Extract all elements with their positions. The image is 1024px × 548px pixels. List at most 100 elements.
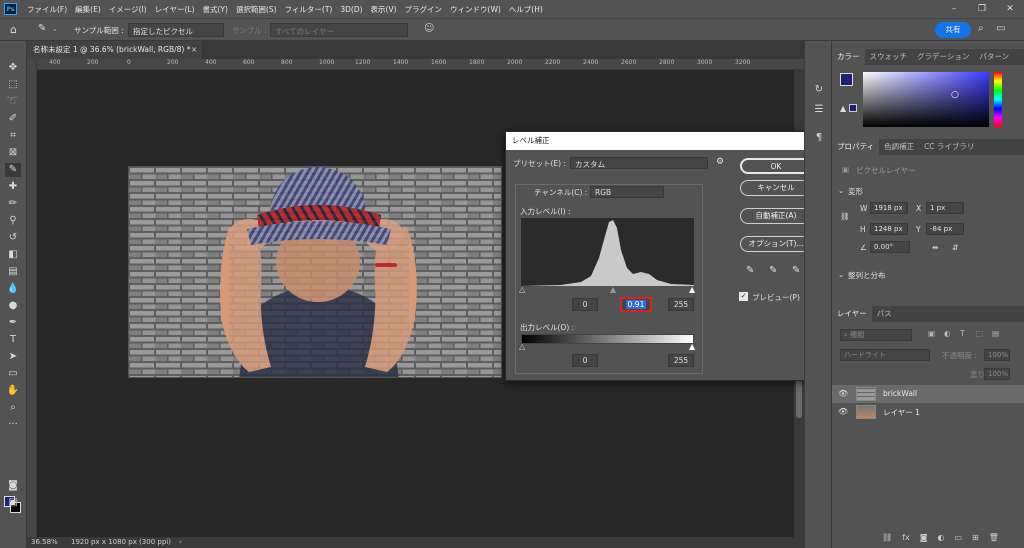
tab-color[interactable]: カラー (832, 49, 865, 65)
filter-pixel-icon[interactable]: ▣ (928, 329, 935, 338)
link-icon[interactable]: ⛓ (840, 212, 850, 221)
ok-button[interactable]: OK (740, 158, 812, 174)
group-icon[interactable]: ▭ (954, 533, 962, 545)
tab-paths[interactable]: パス (872, 306, 897, 322)
blend-mode-select[interactable]: ハードライト (840, 349, 930, 361)
filter-shape-icon[interactable]: ⬚ (976, 329, 983, 338)
hand-tool-icon[interactable]: ✋ (5, 384, 21, 398)
maximize-icon[interactable]: ❐ (968, 0, 996, 18)
trash-icon[interactable]: 🗑 (989, 533, 999, 545)
input-black-slider-icon[interactable]: △ (519, 285, 525, 294)
align-chevron-icon[interactable]: ⌄ (838, 270, 844, 279)
output-white-slider-icon[interactable]: ▲ (689, 342, 695, 351)
output-black-field[interactable]: 0 (572, 354, 598, 367)
status-chevron-icon[interactable]: › (179, 537, 182, 548)
history-icon[interactable]: ↻ (811, 83, 827, 97)
tab-libraries[interactable]: CC ライブラリ (919, 139, 979, 155)
cancel-button[interactable]: キャンセル (740, 180, 812, 196)
filter-type-icon[interactable]: T (960, 329, 965, 338)
menu-image[interactable]: イメージ(I) (105, 4, 151, 15)
fx-icon[interactable]: fx (902, 533, 910, 545)
rectangle-tool-icon[interactable]: ▭ (5, 367, 21, 381)
tab-close-icon[interactable]: × (191, 41, 197, 59)
flip-vertical-icon[interactable]: ⇵ (952, 243, 958, 252)
auto-button[interactable]: 自動補正(A) (740, 208, 812, 224)
sample-select[interactable]: すべてのレイヤー (270, 23, 408, 37)
tab-gradients[interactable]: グラデーション (912, 49, 974, 65)
visibility-eye-icon[interactable]: 👁 (838, 407, 848, 416)
tab-properties[interactable]: プロパティ (832, 139, 880, 155)
tool-preset-chevron-icon[interactable]: ⌄ (52, 25, 58, 33)
channel-select[interactable]: RGB (590, 186, 664, 198)
input-gamma-slider-icon[interactable]: ▲ (610, 285, 616, 294)
menu-3d[interactable]: 3D(D) (336, 5, 366, 14)
sample-size-select[interactable]: 指定したピクセル (128, 23, 224, 37)
link-layers-icon[interactable]: ⛓ (882, 533, 892, 545)
h-field[interactable]: 1248 px (870, 223, 908, 235)
adjustments-icon[interactable]: ☰ (811, 103, 827, 117)
layer-row-layer1[interactable]: 👁 レイヤー 1 (832, 403, 1024, 421)
menu-select[interactable]: 選択範囲(S) (232, 4, 281, 15)
y-field[interactable]: -84 px (926, 223, 964, 235)
face-icon[interactable]: ☺ (424, 23, 434, 34)
eyedropper-icon[interactable]: ✎ (5, 163, 21, 177)
gray-point-eyedropper-icon[interactable]: ✎ (769, 265, 777, 276)
document-tab[interactable]: 名称未設定 1 @ 36.6% (brickWall, RGB/8) * × (27, 41, 203, 59)
tab-swatches[interactable]: スウォッチ (865, 49, 913, 65)
transform-chevron-icon[interactable]: ⌄ (838, 186, 844, 195)
blur-tool-icon[interactable]: 💧 (5, 282, 21, 296)
share-button[interactable]: 共有 (935, 22, 971, 38)
menu-plugins[interactable]: プラグイン (401, 4, 447, 15)
visibility-eye-icon[interactable]: 👁 (838, 389, 848, 398)
vertical-scrollbar-thumb[interactable] (796, 378, 802, 418)
history-brush-icon[interactable]: ↺ (5, 231, 21, 245)
menu-view[interactable]: 表示(V) (367, 4, 401, 15)
close-icon[interactable]: ✕ (996, 0, 1024, 18)
document-image[interactable] (128, 166, 502, 378)
x-field[interactable]: 1 px (926, 202, 964, 214)
screen-mode-icon[interactable]: ▣ (5, 496, 21, 510)
menu-file[interactable]: ファイル(F) (23, 4, 71, 15)
move-tool-icon[interactable]: ✥ (5, 61, 21, 75)
web-color-swatch[interactable] (849, 104, 857, 112)
eraser-tool-icon[interactable]: ◧ (5, 248, 21, 262)
brush-tool-icon[interactable]: ✏ (5, 197, 21, 211)
color-field[interactable] (863, 72, 989, 127)
menu-layer[interactable]: レイヤー(L) (151, 4, 199, 15)
menu-edit[interactable]: 編集(E) (71, 4, 105, 15)
levels-title-bar[interactable]: レベル補正 ✕ (506, 132, 818, 150)
output-black-slider-icon[interactable]: △ (519, 342, 525, 351)
zoom-level[interactable]: 36.58% (31, 537, 58, 548)
search-icon[interactable]: ⌕ (978, 23, 984, 34)
new-layer-icon[interactable]: ⊞ (972, 533, 979, 545)
mask-icon[interactable]: ◙ (920, 533, 928, 545)
fill-field[interactable]: 100% (984, 368, 1010, 380)
quick-mask-icon[interactable]: ◙ (5, 479, 21, 493)
black-point-eyedropper-icon[interactable]: ✎ (746, 265, 754, 276)
flip-horizontal-icon[interactable]: ⇹ (932, 243, 938, 252)
preset-select[interactable]: カスタム (570, 157, 708, 169)
angle-field[interactable]: 0.00° (870, 241, 910, 253)
filter-adjust-icon[interactable]: ◐ (944, 329, 951, 338)
zoom-tool-icon[interactable]: ⌕ (5, 401, 21, 415)
crop-tool-icon[interactable]: ⌗ (5, 129, 21, 143)
frame-tool-icon[interactable]: ⊠ (5, 146, 21, 160)
workspace-icon[interactable]: ▭ (996, 23, 1005, 34)
output-white-field[interactable]: 255 (668, 354, 694, 367)
gradient-tool-icon[interactable]: ▤ (5, 265, 21, 279)
layer-row-brickwall[interactable]: 👁 brickWall (832, 385, 1024, 403)
path-select-tool-icon[interactable]: ➤ (5, 350, 21, 364)
menu-filter[interactable]: フィルター(T) (281, 4, 337, 15)
filter-smart-icon[interactable]: ▤ (992, 329, 999, 338)
input-gamma-field[interactable]: 0.91 (620, 297, 652, 312)
paragraph-icon[interactable]: ¶ (811, 131, 827, 145)
menu-type[interactable]: 書式(Y) (199, 4, 232, 15)
more-tools-icon[interactable]: ··· (5, 418, 21, 432)
quick-select-tool-icon[interactable]: ✐ (5, 112, 21, 126)
marquee-tool-icon[interactable]: ⬚ (5, 78, 21, 92)
dodge-tool-icon[interactable]: ● (5, 299, 21, 313)
menu-help[interactable]: ヘルプ(H) (505, 4, 547, 15)
adjustment-layer-icon[interactable]: ◐ (937, 533, 944, 545)
tab-layers[interactable]: レイヤー (832, 306, 872, 322)
input-white-slider-icon[interactable]: ▲ (689, 285, 695, 294)
